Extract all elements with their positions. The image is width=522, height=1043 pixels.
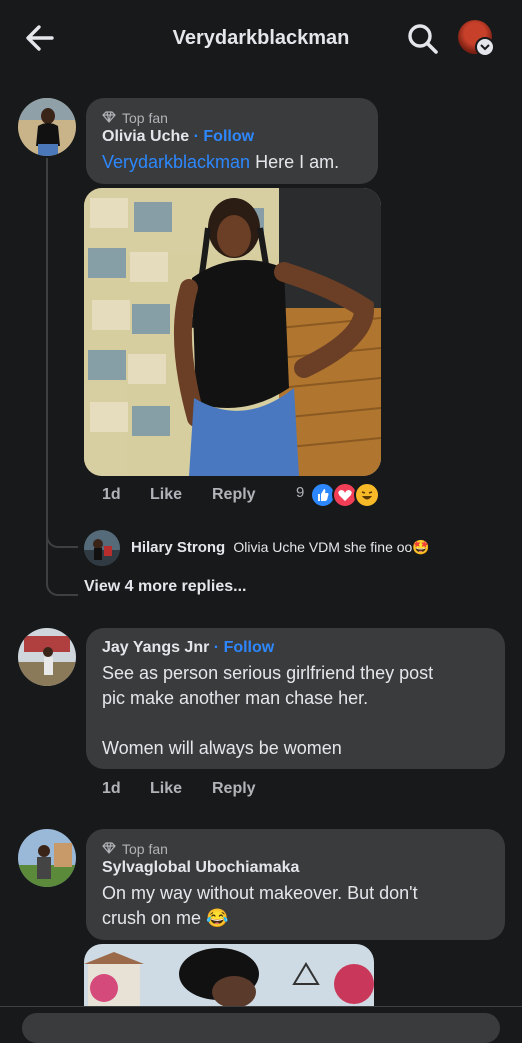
thread-connector [46,578,78,596]
reply-button[interactable]: Reply [212,780,256,798]
diamond-icon [102,841,116,857]
avatar[interactable] [84,530,120,566]
search-button[interactable] [406,22,440,56]
reaction-count: 9 [296,484,305,501]
avatar [458,20,495,57]
commenter-name[interactable]: Olivia Uche · Follow [102,128,254,146]
top-bar: Verydarkblackman [0,0,522,78]
like-button[interactable]: Like [150,486,182,504]
follow-button[interactable]: Follow [224,639,275,656]
haha-reaction-icon [354,482,380,508]
comment-photo[interactable] [84,188,381,476]
comment-text: Verydarkblackman Here I am. [102,152,340,172]
comment-photo[interactable] [84,944,374,1006]
profile-menu-button[interactable] [458,20,495,57]
reply-preview[interactable]: Hilary Strong Olivia Uche VDM she fine o… [131,539,430,556]
avatar[interactable] [18,829,76,887]
comment-text: See as person serious girlfriend they po… [102,663,434,758]
reply-button[interactable]: Reply [212,486,256,504]
thread-connector [46,530,78,548]
commenter-name[interactable]: Sylvaglobal Ubochiamaka [102,859,299,877]
commenter-name[interactable]: Jay Yangs Jnr · Follow [102,639,274,657]
diamond-icon [102,110,116,126]
reaction-summary[interactable]: 9 [296,482,386,508]
like-button[interactable]: Like [150,780,182,798]
top-fan-badge: Top fan [102,110,168,126]
thread-line [46,158,48,584]
avatar[interactable] [18,628,76,686]
star-eyes-emoji: 🤩 [412,539,430,555]
reply-author[interactable]: Hilary Strong [131,539,225,556]
page-title: Verydarkblackman [172,27,350,49]
view-more-replies-link[interactable]: View 4 more replies... [84,578,246,596]
search-icon [408,24,438,54]
chevron-down-icon [475,37,495,57]
comment-text: On my way without makeover. But don't cr… [102,883,418,928]
follow-button[interactable]: Follow [203,128,254,145]
comment-time: 1d [102,780,121,797]
comment-input[interactable] [22,1013,500,1043]
top-fan-badge: Top fan [102,841,168,857]
avatar[interactable] [18,98,76,156]
tears-of-joy-emoji: 😂 [206,908,229,928]
reply-text: Olivia Uche VDM she fine oo [233,539,413,555]
comment-time: 1d [102,486,121,503]
comment-actions: 1d Like Reply [102,780,392,802]
mention-link[interactable]: Verydarkblackman [102,152,250,172]
